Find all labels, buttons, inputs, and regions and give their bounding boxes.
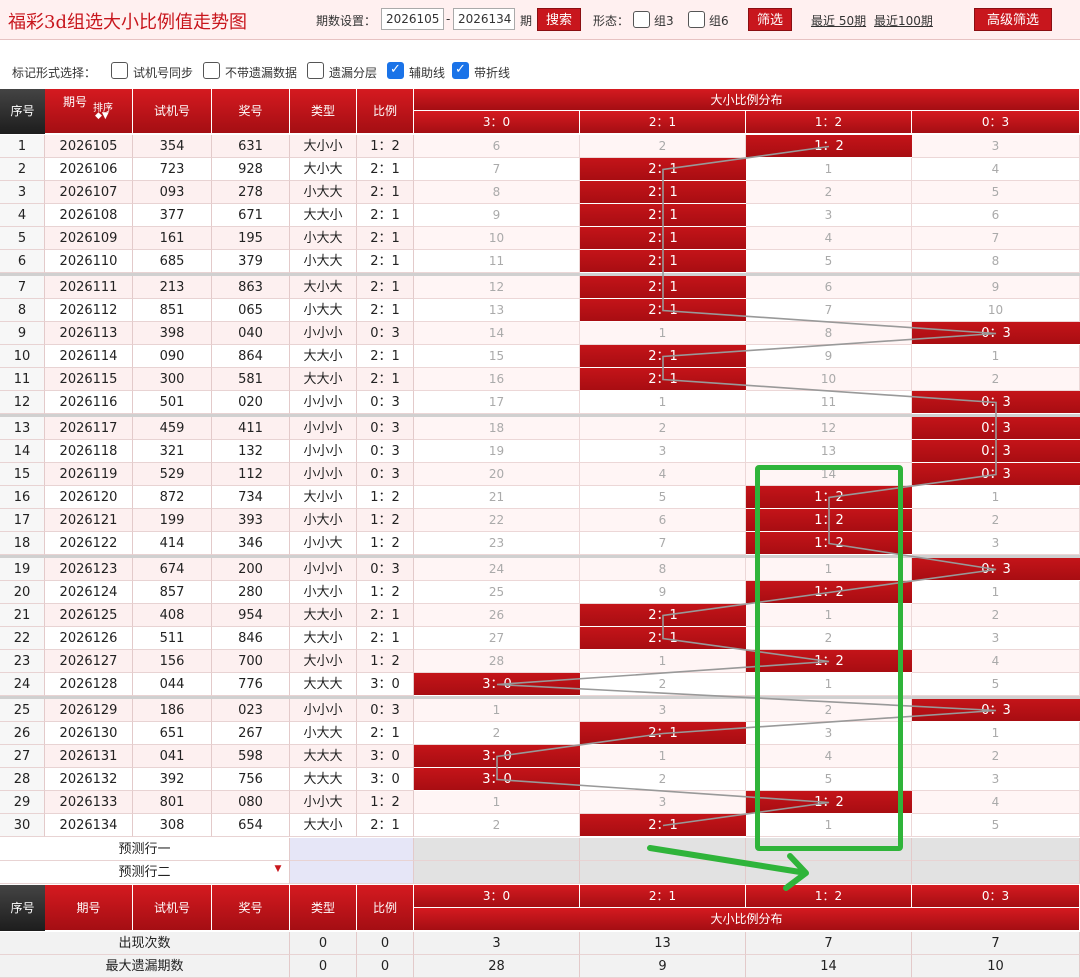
arrow-annotation xyxy=(647,845,809,891)
